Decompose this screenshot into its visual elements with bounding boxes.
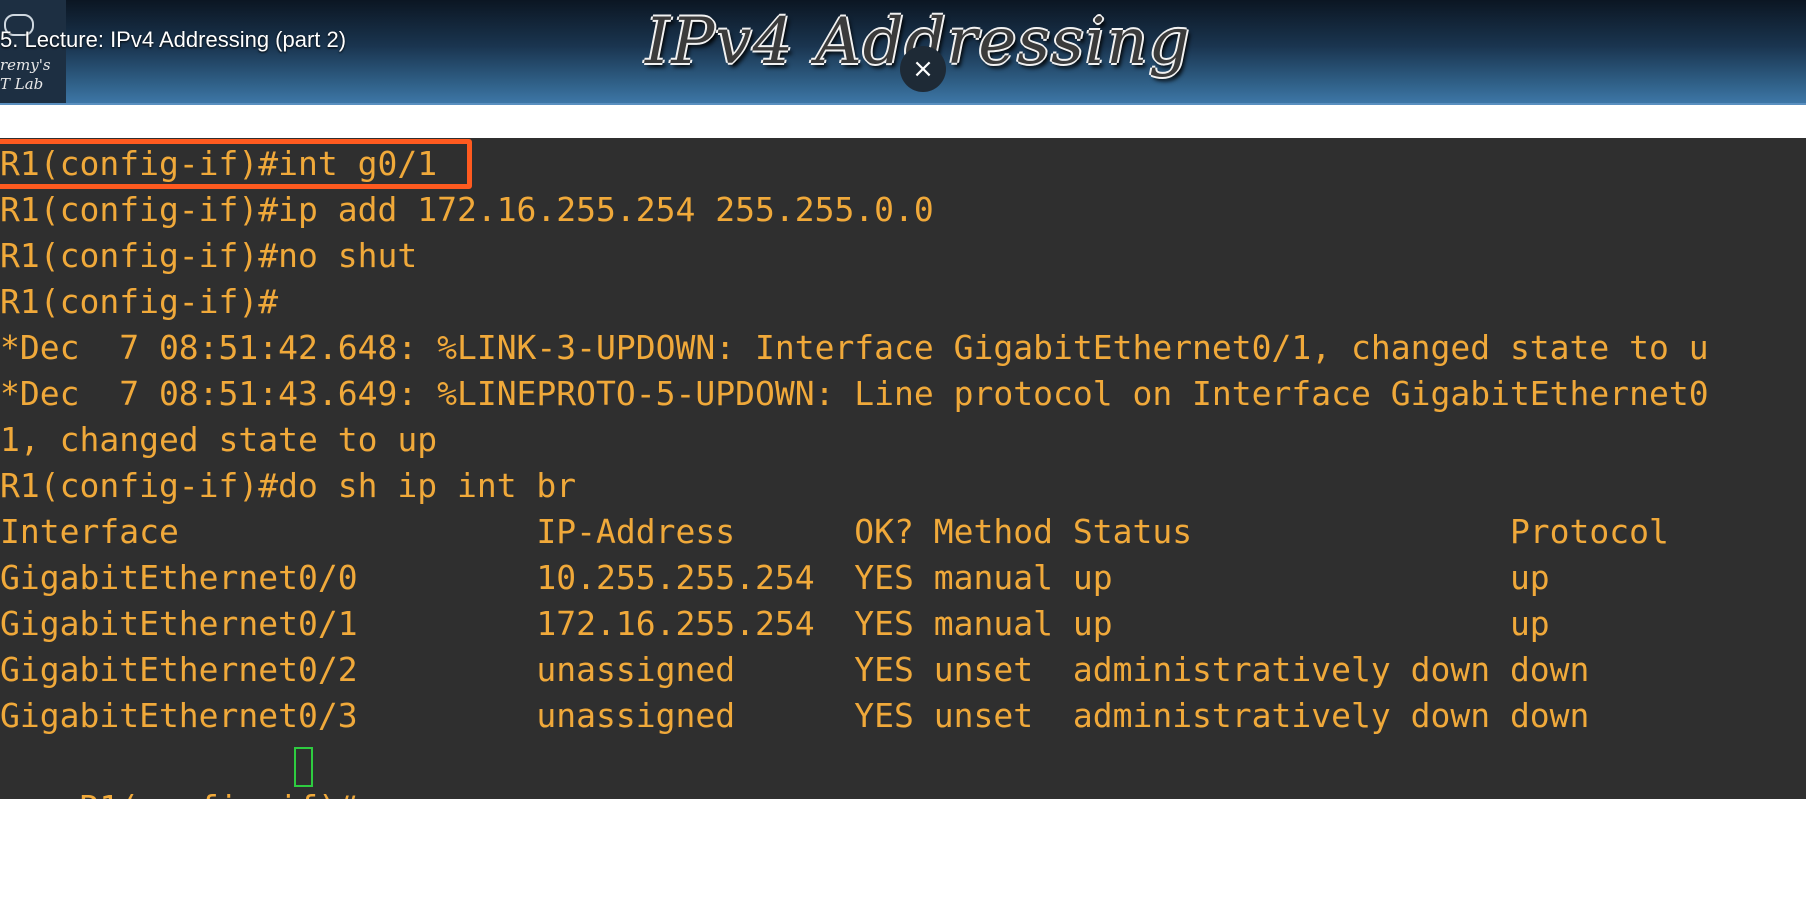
terminal-line-command: R1(config-if)#ip add 172.16.255.254 255.… bbox=[0, 190, 934, 229]
terminal-line-log: *Dec 7 08:51:42.648: %LINK-3-UPDOWN: Int… bbox=[0, 328, 1709, 367]
interface-table-header: Interface IP-Address OK? Method Status P… bbox=[0, 512, 1669, 551]
terminal-line-command: R1(config-if)#no shut bbox=[0, 236, 418, 275]
terminal-line-command: R1(config-if)#do sh ip int br bbox=[0, 466, 577, 505]
close-button[interactable]: × bbox=[900, 46, 946, 92]
terminal-cursor bbox=[294, 747, 313, 787]
terminal-prompt: R1(config-if)# bbox=[79, 788, 357, 799]
terminal-line-log: 1, changed state to up bbox=[0, 420, 438, 459]
interface-table-row: GigabitEthernet0/3 unassigned YES unset … bbox=[0, 696, 1590, 735]
terminal-window: R1(config-if)#int g0/1 R1(config-if)#ip … bbox=[0, 138, 1806, 799]
banner-divider bbox=[0, 103, 1806, 105]
command-highlight-box bbox=[0, 139, 472, 189]
terminal-input-line[interactable]: R1(config-if)# bbox=[0, 739, 358, 799]
logo-text: remy's T Lab bbox=[0, 56, 51, 93]
interface-table-row: GigabitEthernet0/2 unassigned YES unset … bbox=[0, 650, 1590, 689]
interface-table-row: GigabitEthernet0/1 172.16.255.254 YES ma… bbox=[0, 604, 1550, 643]
video-header-banner: remy's T Lab 5. Lecture: IPv4 Addressing… bbox=[0, 0, 1806, 103]
lecture-title: 5. Lecture: IPv4 Addressing (part 2) bbox=[0, 27, 347, 52]
terminal-line-prompt: R1(config-if)# bbox=[0, 282, 279, 321]
terminal-line-log: *Dec 7 08:51:43.649: %LINEPROTO-5-UPDOWN… bbox=[0, 374, 1709, 413]
interface-table-row: GigabitEthernet0/0 10.255.255.254 YES ma… bbox=[0, 558, 1550, 597]
